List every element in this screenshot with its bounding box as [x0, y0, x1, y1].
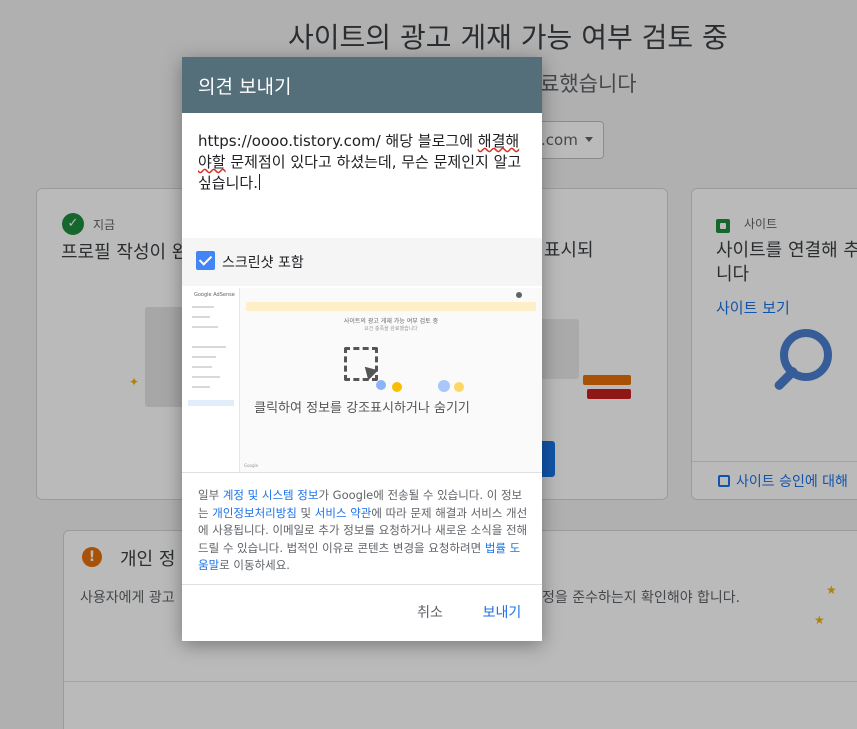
mini-line — [192, 326, 218, 328]
mini-icon — [454, 382, 464, 392]
screenshot-main: 사이트의 광고 게재 가능 여부 검토 중 요건 충족을 완료했습니다 Goog… — [240, 288, 542, 472]
include-screenshot-checkbox[interactable] — [196, 251, 215, 270]
dialog-title: 의견 보내기 — [198, 76, 292, 98]
feedback-dialog: 의견 보내기 https://oooo.tistory.com/ 해당 블로그에… — [182, 57, 542, 641]
screenshot-sidebar: Google AdSense — [182, 288, 240, 472]
mini-line — [192, 346, 226, 348]
mini-line — [192, 306, 214, 308]
disclaimer-part: 및 — [296, 505, 315, 520]
mini-icon — [438, 380, 450, 392]
feedback-text-part: https://oooo.tistory.com/ 해당 블로그에 — [198, 132, 478, 150]
screenshot-preview[interactable]: Google AdSense 사이트의 광고 게재 가능 여부 검토 중 요건 … — [182, 288, 542, 473]
disclaimer-part: 로 이동하세요. — [219, 558, 290, 572]
mini-icon — [392, 382, 402, 392]
send-button[interactable]: 보내기 — [474, 597, 530, 629]
feedback-textarea[interactable]: https://oooo.tistory.com/ 해당 블로그에 해결해야할 … — [198, 131, 530, 194]
screenshot-logo: Google AdSense — [194, 292, 235, 298]
mini-line — [192, 376, 220, 378]
account-info-link[interactable]: 계정 및 시스템 정보 — [223, 488, 319, 502]
dialog-header: 의견 보내기 — [182, 57, 542, 113]
mini-icon — [516, 292, 522, 298]
mini-line — [192, 356, 216, 358]
include-screenshot-label: 스크린샷 포함 — [222, 255, 304, 271]
screenshot-title: 사이트의 광고 게재 가능 여부 검토 중 — [343, 318, 439, 325]
disclaimer-text: 일부 계정 및 시스템 정보가 Google에 전송될 수 있습니다. 이 정보… — [198, 487, 528, 575]
cancel-button[interactable]: 취소 — [404, 597, 456, 629]
mini-line — [192, 316, 210, 318]
include-screenshot-row[interactable]: 스크린샷 포함 — [182, 238, 542, 286]
screenshot-footer: Google — [244, 463, 259, 468]
screenshot-banner — [246, 302, 536, 311]
divider — [182, 584, 542, 585]
privacy-policy-link[interactable]: 개인정보처리방침 — [212, 506, 297, 520]
mini-line — [192, 386, 210, 388]
text-cursor — [258, 174, 260, 190]
feedback-text-part: 문제점이 있다고 하셨는데, 무슨 문제인지 알고 싶습니다. — [198, 153, 522, 192]
screenshot-subtitle: 요건 충족을 완료했습니다 — [364, 326, 418, 332]
disclaimer-part: 일부 — [198, 488, 223, 502]
highlight-icon — [344, 347, 380, 383]
screenshot-hint: 클릭하여 정보를 강조표시하거나 숨기기 — [254, 401, 470, 416]
mini-line — [192, 366, 212, 368]
terms-link[interactable]: 서비스 약관 — [315, 506, 372, 520]
